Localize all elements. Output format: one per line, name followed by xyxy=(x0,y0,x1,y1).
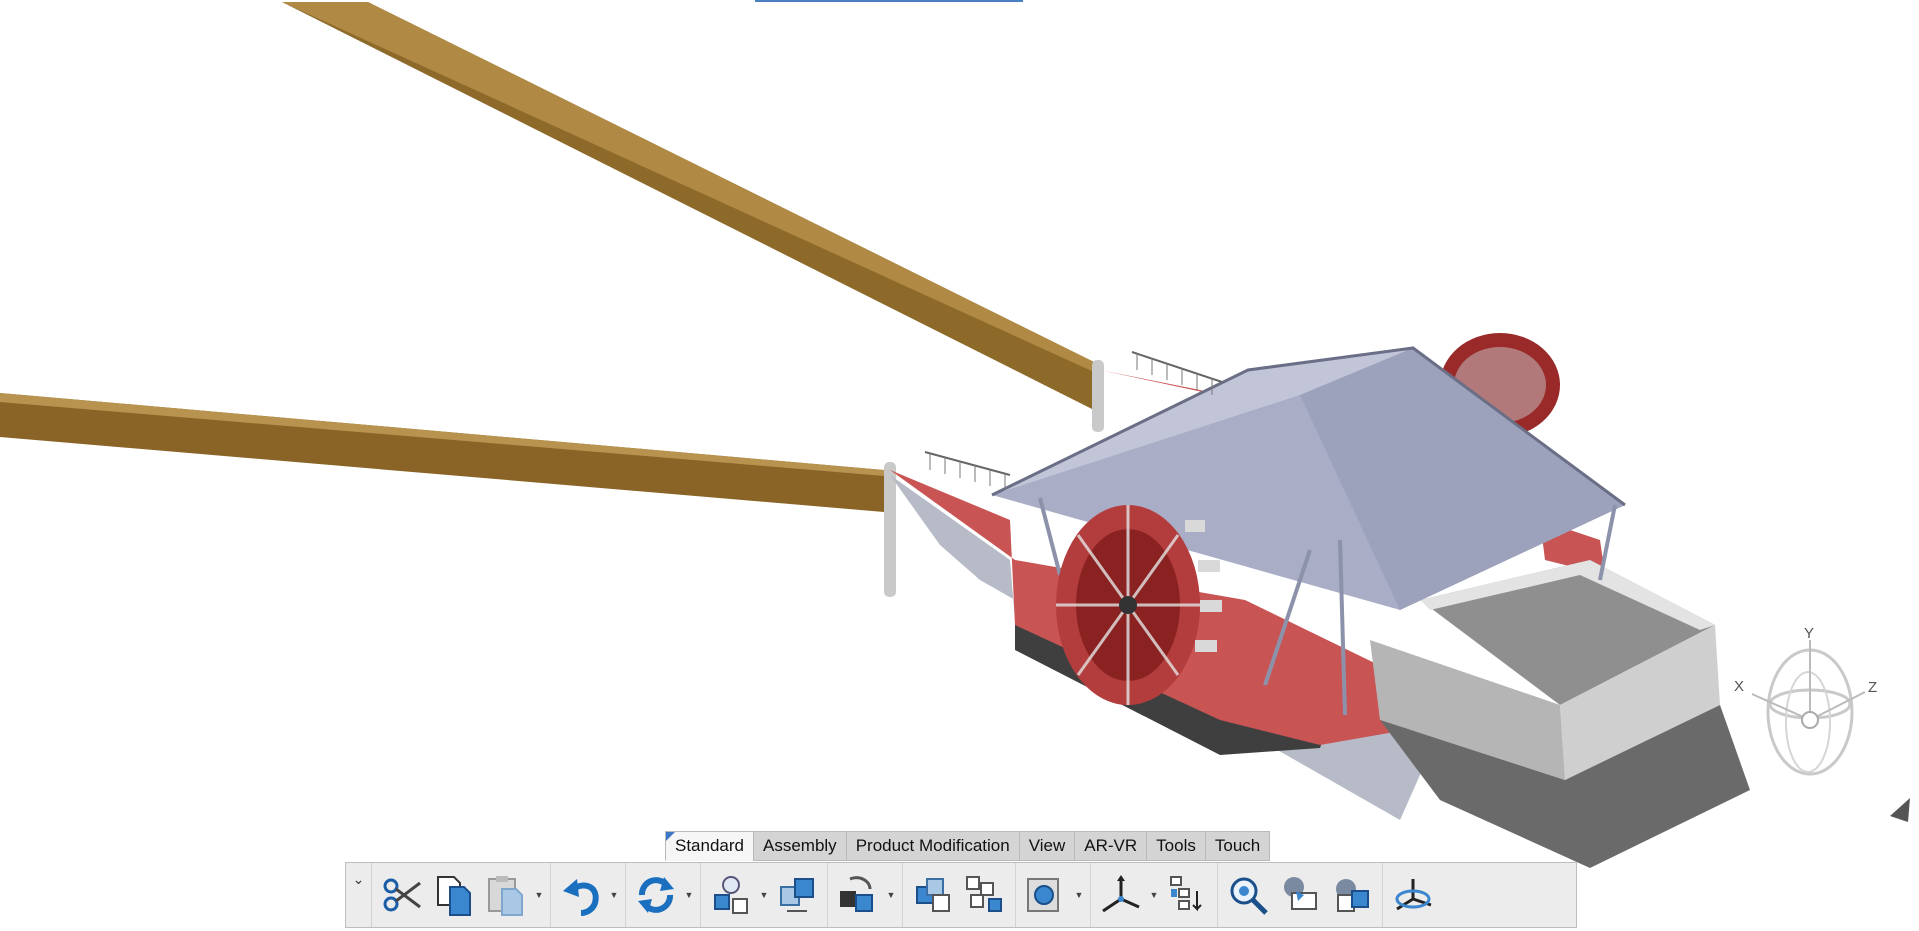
undo-dropdown[interactable]: ▼ xyxy=(607,867,621,923)
update-button[interactable] xyxy=(630,867,682,923)
fit-all-icon xyxy=(1230,877,1268,915)
axis-group: ▼ xyxy=(1091,863,1218,927)
clash-icon xyxy=(1284,877,1317,910)
undo-button[interactable] xyxy=(555,867,607,923)
cut-icon xyxy=(383,878,421,912)
undo-icon xyxy=(563,879,599,916)
tab-tools[interactable]: Tools xyxy=(1146,831,1205,861)
tab-ar-vr[interactable]: AR-VR xyxy=(1074,831,1147,861)
section-button[interactable] xyxy=(1020,867,1072,923)
tab-product-modification[interactable]: Product Modification xyxy=(845,831,1019,861)
undo-group: ▼ xyxy=(551,863,626,927)
assembly-button[interactable] xyxy=(907,867,959,923)
axis-icon xyxy=(1102,875,1140,913)
fit-all-button[interactable] xyxy=(1222,867,1274,923)
insert-group: ▼ xyxy=(701,863,828,927)
3d-viewport[interactable]: Y X Z xyxy=(0,0,1919,931)
manipulate-button[interactable] xyxy=(832,867,884,923)
clash-button[interactable] xyxy=(1274,867,1326,923)
action-bar: ⌄ ▼ ▼ ▼ ▼ ▼ ▼ ▼ xyxy=(345,862,1577,928)
action-bar-tabs: Standard Assembly Product Modification V… xyxy=(665,831,1271,861)
upper-wooden-beam xyxy=(282,2,1094,410)
tab-view[interactable]: View xyxy=(1018,831,1075,861)
copy-button[interactable] xyxy=(428,867,480,923)
explode-button[interactable] xyxy=(771,867,823,923)
rotate-view-button[interactable] xyxy=(1387,867,1439,923)
structure-button[interactable] xyxy=(959,867,1011,923)
explode-icon xyxy=(780,878,814,912)
front-railing xyxy=(924,451,1011,476)
assembly-icon xyxy=(916,878,950,912)
section-dropdown[interactable]: ▼ xyxy=(1072,867,1086,923)
compass-z-label: Z xyxy=(1868,679,1877,696)
insert-component-button[interactable] xyxy=(705,867,757,923)
left-post xyxy=(884,462,896,597)
tab-touch[interactable]: Touch xyxy=(1204,831,1271,861)
axis-button[interactable] xyxy=(1095,867,1147,923)
right-post xyxy=(1092,360,1104,432)
manipulate-group: ▼ xyxy=(828,863,903,927)
paste-icon xyxy=(488,876,523,916)
manipulate-icon xyxy=(840,876,873,912)
paste-button[interactable] xyxy=(480,867,532,923)
collapse-chevron-icon[interactable]: ⌄ xyxy=(346,863,372,927)
rotate-view-icon xyxy=(1395,879,1432,911)
insert-component-icon xyxy=(714,876,748,914)
orientation-compass[interactable]: Y X Z xyxy=(1730,622,1880,797)
structure-icon xyxy=(966,876,1002,912)
clipboard-group: ▼ xyxy=(372,863,551,927)
boat-model-scene[interactable] xyxy=(0,0,1919,931)
axis-dropdown[interactable]: ▼ xyxy=(1147,867,1161,923)
tree-reorder-button[interactable] xyxy=(1161,867,1213,923)
cut-button[interactable] xyxy=(376,867,428,923)
compass-x-label: X xyxy=(1734,678,1744,695)
view-group xyxy=(1218,863,1383,927)
compass-y-label: Y xyxy=(1804,625,1814,642)
insert-dropdown[interactable]: ▼ xyxy=(757,867,771,923)
tab-assembly[interactable]: Assembly xyxy=(753,831,846,861)
paste-dropdown[interactable]: ▼ xyxy=(532,867,546,923)
update-group: ▼ xyxy=(626,863,701,927)
manipulate-dropdown[interactable]: ▼ xyxy=(884,867,898,923)
section-group: ▼ xyxy=(1016,863,1091,927)
update-icon xyxy=(638,877,674,913)
section-icon xyxy=(1027,878,1059,912)
rotate-group xyxy=(1383,863,1443,927)
measure-button[interactable] xyxy=(1326,867,1378,923)
structure-group xyxy=(903,863,1016,927)
update-dropdown[interactable]: ▼ xyxy=(682,867,696,923)
resize-corner-icon[interactable] xyxy=(1886,796,1912,824)
copy-icon xyxy=(437,876,471,916)
tab-standard[interactable]: Standard xyxy=(665,831,753,861)
measure-icon xyxy=(1336,879,1369,912)
tree-reorder-icon xyxy=(1170,876,1202,912)
